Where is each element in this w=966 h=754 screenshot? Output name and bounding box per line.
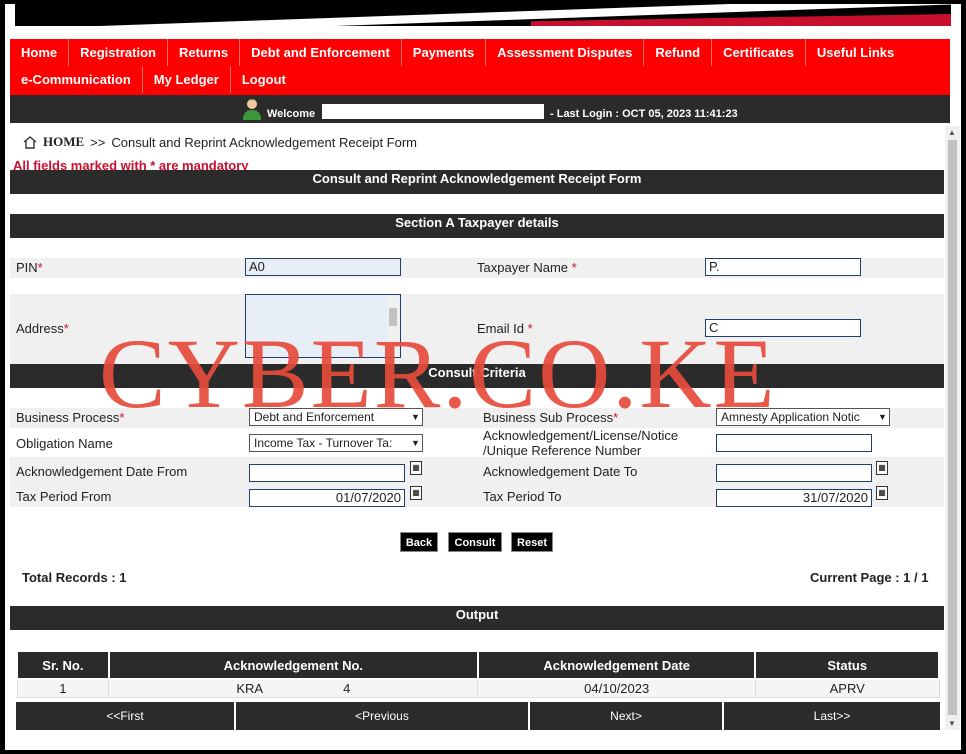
- table-row[interactable]: 1 KRA 4 04/10/2023 APRV: [16, 678, 940, 698]
- ack-date-from-field[interactable]: [249, 464, 405, 482]
- back-button[interactable]: Back: [400, 532, 438, 552]
- nav-my-ledger[interactable]: My Ledger: [143, 66, 231, 93]
- pager-previous[interactable]: <Previous: [236, 702, 530, 730]
- ack-reference-label: Acknowledgement/License/Notice /Unique R…: [483, 428, 679, 458]
- col-ack-date: Acknowledgement Date: [476, 650, 757, 680]
- pin-field[interactable]: A0: [245, 258, 401, 276]
- nav-refund[interactable]: Refund: [644, 39, 713, 66]
- browser-frame: Home Registration Returns Debt and Enfor…: [5, 4, 961, 750]
- chevron-down-icon: ▼: [411, 438, 420, 448]
- pager-last[interactable]: Last>>: [724, 702, 940, 730]
- cell-ack-date: 04/10/2023: [477, 678, 756, 698]
- home-icon[interactable]: [23, 135, 37, 149]
- breadcrumb-separator: >>: [90, 134, 106, 150]
- nav-e-communication[interactable]: e-Communication: [10, 66, 143, 93]
- calendar-icon[interactable]: ▦: [876, 461, 888, 475]
- ack-date-to-label: Acknowledgement Date To: [483, 464, 638, 479]
- ack-date-to-field[interactable]: [716, 464, 872, 482]
- total-records: Total Records : 1: [22, 570, 127, 585]
- scroll-up-icon[interactable]: ▲: [948, 128, 956, 137]
- chevron-down-icon: ▼: [878, 412, 887, 422]
- nav-logout[interactable]: Logout: [231, 66, 297, 93]
- page-scrollbar[interactable]: ▲ ▼: [945, 126, 960, 730]
- cell-ack-no[interactable]: KRA 4: [108, 678, 479, 698]
- pin-label: PIN*: [16, 260, 43, 275]
- scroll-down-icon[interactable]: ▼: [948, 719, 956, 728]
- header-banner: [15, 4, 951, 40]
- last-login: - Last Login : OCT 05, 2023 11:41:23: [550, 108, 738, 120]
- nav-certificates[interactable]: Certificates: [712, 39, 806, 66]
- user-avatar-icon: [243, 99, 261, 120]
- nav-row-2: e-Communication My Ledger Logout: [10, 66, 950, 93]
- col-ack-no: Acknowledgement No.: [107, 650, 479, 680]
- ack-reference-field[interactable]: [716, 434, 872, 452]
- ack-date-from-label: Acknowledgement Date From: [16, 464, 188, 479]
- obligation-name-label: Obligation Name: [16, 436, 113, 451]
- consult-button[interactable]: Consult: [448, 532, 502, 552]
- tax-period-from-field[interactable]: 01/07/2020: [249, 489, 405, 507]
- obligation-name-select[interactable]: Income Tax - Turnover Ta: ▼: [249, 434, 423, 452]
- nav-useful-links[interactable]: Useful Links: [806, 39, 905, 66]
- section-a-header: Section A Taxpayer details: [10, 214, 944, 238]
- breadcrumb-home[interactable]: HOME: [43, 134, 84, 150]
- table-header-row: Sr. No. Acknowledgement No. Acknowledgem…: [16, 650, 940, 680]
- current-page: Current Page : 1 / 1: [810, 570, 929, 585]
- nav-returns[interactable]: Returns: [168, 39, 241, 66]
- pager-first[interactable]: <<First: [16, 702, 236, 730]
- taxpayer-name-label: Taxpayer Name *: [477, 260, 577, 275]
- output-table: Sr. No. Acknowledgement No. Acknowledgem…: [16, 650, 940, 698]
- cell-status: APRV: [754, 678, 940, 698]
- welcome-bar: Welcome - Last Login : OCT 05, 2023 11:4…: [10, 95, 950, 123]
- pager-next[interactable]: Next>: [530, 702, 724, 730]
- nav-debt-enforcement[interactable]: Debt and Enforcement: [240, 39, 402, 66]
- breadcrumb: HOME >> Consult and Reprint Acknowledgem…: [23, 134, 417, 150]
- calendar-icon[interactable]: ▦: [876, 486, 888, 500]
- nav-row-1: Home Registration Returns Debt and Enfor…: [10, 39, 950, 66]
- main-nav: Home Registration Returns Debt and Enfor…: [10, 39, 950, 95]
- tax-period-from-label: Tax Period From: [16, 489, 112, 504]
- scrollbar-thumb[interactable]: [948, 140, 957, 715]
- nav-registration[interactable]: Registration: [69, 39, 168, 66]
- welcome-label: Welcome: [267, 108, 316, 120]
- col-status: Status: [754, 650, 940, 680]
- nav-payments[interactable]: Payments: [402, 39, 487, 66]
- redacted-username: [322, 104, 544, 119]
- form-title-bar: Consult and Reprint Acknowledgement Rece…: [10, 170, 944, 194]
- reset-button[interactable]: Reset: [511, 532, 553, 552]
- col-sr-no: Sr. No.: [16, 650, 110, 680]
- calendar-icon[interactable]: ▦: [410, 486, 422, 500]
- tax-period-to-field[interactable]: 31/07/2020: [716, 489, 872, 507]
- taxpayer-name-field[interactable]: P.: [705, 258, 861, 276]
- address-label: Address*: [16, 321, 69, 336]
- tax-period-to-label: Tax Period To: [483, 489, 562, 504]
- nav-assessment-disputes[interactable]: Assessment Disputes: [486, 39, 645, 66]
- calendar-icon[interactable]: ▦: [410, 461, 422, 475]
- output-header: Output: [10, 606, 944, 630]
- nav-home[interactable]: Home: [10, 39, 70, 66]
- breadcrumb-current: Consult and Reprint Acknowledgement Rece…: [111, 134, 418, 150]
- cell-sr-no: 1: [16, 678, 110, 698]
- watermark: CYBER.CO.KE: [99, 318, 777, 429]
- pagination: <<First <Previous Next> Last>>: [16, 702, 940, 730]
